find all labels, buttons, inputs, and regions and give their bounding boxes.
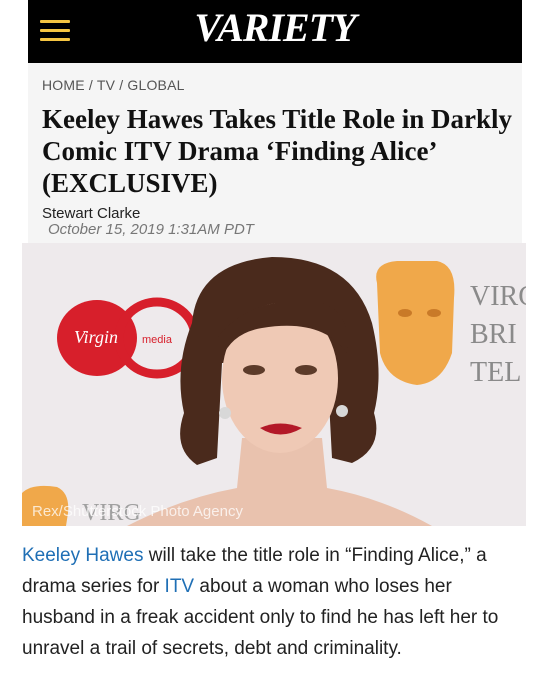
svg-text:VIRG: VIRG (470, 281, 526, 312)
svg-text:BRI: BRI (470, 319, 517, 350)
svg-text:media: media (142, 334, 173, 346)
hamburger-menu-icon[interactable] (40, 20, 70, 42)
bafta-mask-logo (376, 261, 455, 385)
svg-text:Virgin: Virgin (74, 327, 118, 347)
link-itv[interactable]: ITV (165, 576, 195, 597)
svg-text:TEL: TEL (470, 357, 521, 388)
top-navigation-bar: VARIETY (28, 0, 522, 63)
author-name[interactable]: Stewart Clarke (42, 205, 140, 222)
variety-logo[interactable]: VARIETY (194, 8, 356, 48)
article-body: Keeley Hawes will take the title role in… (22, 540, 526, 664)
photo-credit: Rex/Shutterstock Photo Agency (32, 503, 243, 520)
photo-illustration: Virgin media VIRG BRI TEL VIRG (22, 243, 526, 526)
publish-date: October 15, 2019 1:31AM PDT (48, 221, 254, 238)
article-headline: Keeley Hawes Takes Title Role in Darkly … (42, 104, 513, 198)
article-header: HOME / TV / GLOBAL Keeley Hawes Takes Ti… (28, 63, 522, 243)
article-photo: Virgin media VIRG BRI TEL VIRG (22, 243, 526, 526)
breadcrumb[interactable]: HOME / TV / GLOBAL (42, 77, 185, 93)
link-keeley-hawes[interactable]: Keeley Hawes (22, 545, 143, 566)
